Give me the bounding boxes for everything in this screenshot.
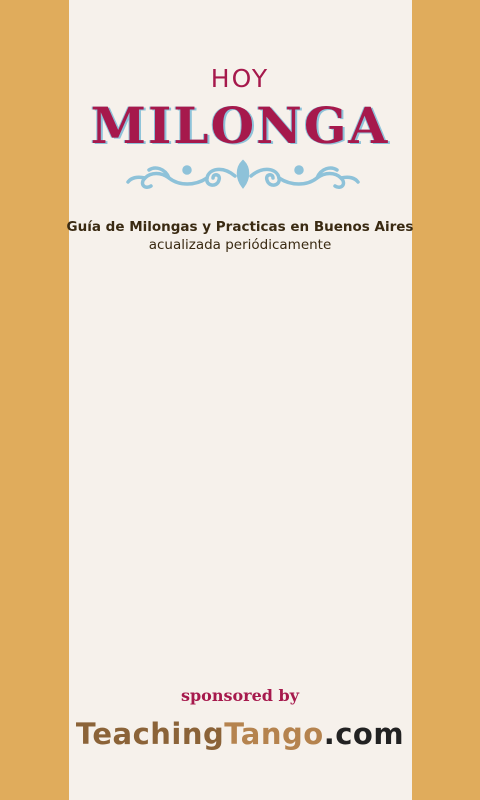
logo-milonga-title: MILONGA xyxy=(90,96,390,155)
brand-dotcom: .com xyxy=(323,717,405,751)
sponsor-block: sponsored by TeachingTango.com xyxy=(0,684,480,756)
sponsored-by-label: sponsored by xyxy=(180,686,300,705)
app-logo: HOY MILONGA xyxy=(0,62,480,154)
brand-tango: Tango xyxy=(224,717,324,751)
sponsor-brand-link[interactable]: TeachingTango.com xyxy=(0,712,480,756)
brand-teaching: Teaching xyxy=(75,717,225,751)
tagline-title: Guía de Milongas y Practicas en Buenos A… xyxy=(66,219,414,235)
scroll-ornament-icon xyxy=(126,159,360,190)
tagline-subtitle: acualizada periódicamente xyxy=(148,237,332,253)
splash-screen: HOY MILONGA Guía de Milongas y Practicas… xyxy=(0,0,480,800)
tagline: Guía de Milongas y Practicas en Buenos A… xyxy=(0,217,480,254)
logo-hoy-text: HOY xyxy=(210,64,270,93)
